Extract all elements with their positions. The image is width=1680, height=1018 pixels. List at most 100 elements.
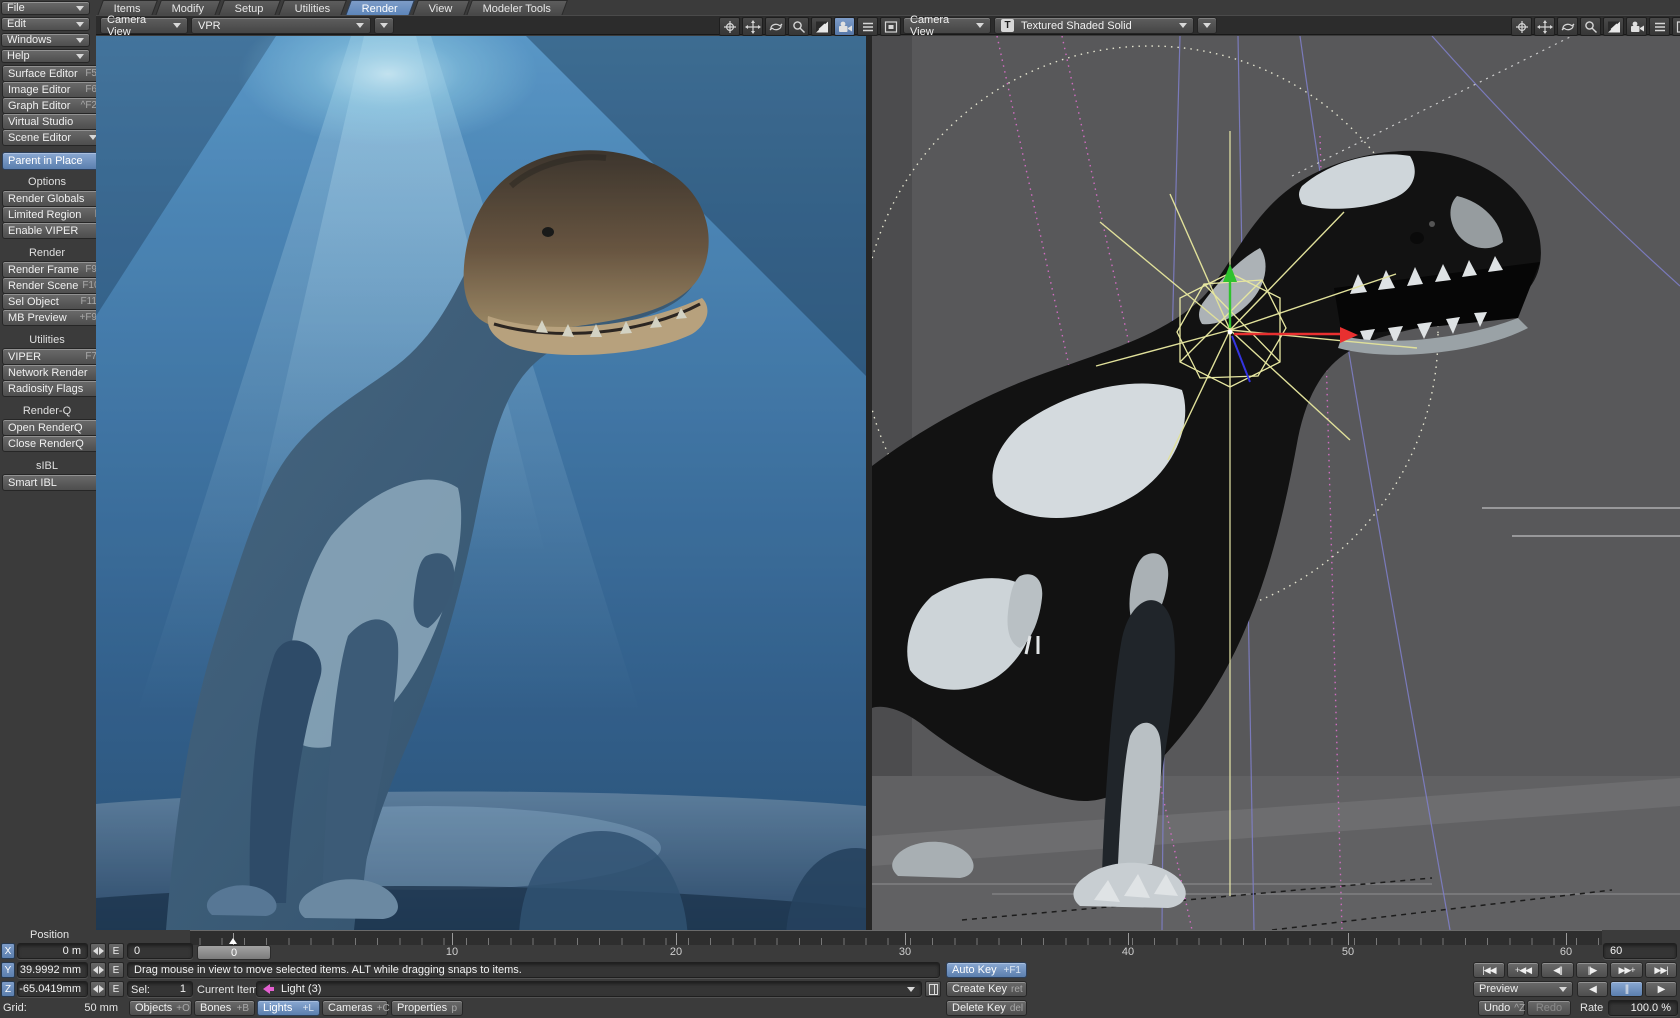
- sidebar-item-graph-editor[interactable]: Graph Editor^F2: [2, 97, 103, 114]
- menu-windows[interactable]: Windows: [1, 33, 90, 47]
- current-frame-field[interactable]: 0: [127, 943, 193, 959]
- item-list-button[interactable]: [925, 981, 941, 997]
- move-icon[interactable]: [742, 17, 763, 36]
- go-to-end-button[interactable]: ▶▶|: [1645, 962, 1677, 978]
- render-toggle-icon[interactable]: [1626, 17, 1647, 36]
- sidebar-item-render-globals[interactable]: Render Globals: [2, 190, 103, 207]
- y-envelope-button[interactable]: E: [108, 962, 124, 978]
- x-value-field[interactable]: 0 m: [17, 943, 88, 959]
- objects-mode-button[interactable]: Objects+O: [129, 1000, 192, 1016]
- opengl-scene: [872, 36, 1680, 930]
- y-spinner[interactable]: [90, 962, 106, 978]
- zoom-icon[interactable]: [788, 17, 809, 36]
- auto-key-button[interactable]: Auto Key+F1: [946, 962, 1027, 978]
- sidebar-item-scene-editor[interactable]: Scene Editor: [2, 129, 103, 146]
- fit-view-icon[interactable]: [811, 17, 832, 36]
- pan-icon[interactable]: [719, 17, 740, 36]
- y-axis-button[interactable]: Y: [1, 962, 15, 978]
- section-title-utilities: Utilities: [0, 334, 94, 346]
- chevron-down-icon: [76, 54, 84, 59]
- step-forward-button[interactable]: ||▶: [1576, 962, 1608, 978]
- sidebar-item-image-editor[interactable]: Image EditorF6: [2, 81, 103, 98]
- z-envelope-button[interactable]: E: [108, 981, 124, 997]
- fit-view-icon[interactable]: [1603, 17, 1624, 36]
- frame-slider[interactable]: 0: [197, 945, 271, 960]
- left-viewport-options-dropdown[interactable]: [374, 17, 394, 34]
- maximize-viewport-icon[interactable]: [880, 17, 901, 36]
- tab-render[interactable]: Render: [345, 0, 415, 16]
- sidebar-item-viper[interactable]: VIPERF7: [2, 348, 103, 365]
- delete-key-button[interactable]: Delete Keydel: [946, 1000, 1027, 1016]
- opengl-viewport[interactable]: [872, 36, 1680, 930]
- left-view-type-dropdown[interactable]: Camera View: [100, 17, 188, 34]
- sidebar-item-smart-ibl[interactable]: Smart IBL: [2, 474, 103, 491]
- tab-modeler-tools[interactable]: Modeler Tools: [466, 0, 568, 16]
- properties-button[interactable]: Propertiesp: [391, 1000, 463, 1016]
- create-key-button[interactable]: Create Keyret: [946, 981, 1027, 997]
- z-axis-button[interactable]: Z: [1, 981, 15, 997]
- redo-button[interactable]: Redo: [1527, 1000, 1571, 1016]
- timeline-tick-label: 30: [885, 946, 925, 958]
- current-item-dropdown[interactable]: Light (3): [256, 981, 922, 997]
- right-view-type-dropdown[interactable]: Camera View: [903, 17, 991, 34]
- pause-button[interactable]: ||: [1610, 981, 1643, 997]
- timeline-major-tick: [905, 933, 906, 945]
- end-frame-field[interactable]: 60: [1603, 943, 1677, 959]
- sidebar-item-mb-preview[interactable]: MB Preview+F9: [2, 309, 103, 326]
- timeline-tick-label: 40: [1108, 946, 1148, 958]
- position-label: Position: [30, 929, 69, 941]
- sidebar-item-sel-object[interactable]: Sel ObjectF11: [2, 293, 103, 310]
- right-render-mode-dropdown[interactable]: T Textured Shaded Solid: [994, 17, 1194, 34]
- sidebar-item-virtual-studio[interactable]: Virtual Studio: [2, 113, 103, 130]
- rotate-icon[interactable]: [765, 17, 786, 36]
- previous-keyframe-button[interactable]: +◀◀: [1507, 962, 1539, 978]
- lights-mode-button[interactable]: Lights+L: [257, 1000, 320, 1016]
- menu-edit[interactable]: Edit: [1, 17, 90, 31]
- y-value-field[interactable]: 39.9992 mm: [17, 962, 88, 978]
- sidebar-item-network-render[interactable]: Network Render: [2, 364, 103, 381]
- tab-setup[interactable]: Setup: [218, 0, 281, 16]
- sidebar-item-render-frame[interactable]: Render FrameF9: [2, 261, 103, 278]
- sidebar-item-enable-viper[interactable]: Enable VIPER: [2, 222, 103, 239]
- right-viewport-options-dropdown[interactable]: [1197, 17, 1217, 34]
- z-value-field[interactable]: -65.0419mm: [17, 981, 88, 997]
- step-back-button[interactable]: ◀||: [1541, 962, 1574, 978]
- z-spinner[interactable]: [90, 981, 106, 997]
- menu-file[interactable]: File: [1, 1, 90, 15]
- bones-mode-button[interactable]: Bones+B: [194, 1000, 255, 1016]
- cameras-mode-button[interactable]: Cameras+C: [322, 1000, 388, 1016]
- view-list-icon[interactable]: [857, 17, 878, 36]
- rate-value-field[interactable]: 100.0 %: [1608, 1000, 1678, 1016]
- render-toggle-icon[interactable]: [834, 17, 855, 36]
- x-envelope-button[interactable]: E: [108, 943, 124, 959]
- menu-windows-label: Windows: [7, 34, 52, 46]
- vpr-render-viewport[interactable]: [96, 36, 866, 930]
- rotate-icon[interactable]: [1557, 17, 1578, 36]
- timeline-ruler[interactable]: [190, 930, 1602, 945]
- sidebar-item-radiosity-flags[interactable]: Radiosity Flags: [2, 380, 103, 397]
- next-keyframe-button[interactable]: ▶▶+: [1610, 962, 1643, 978]
- go-to-start-button[interactable]: |◀◀: [1473, 962, 1505, 978]
- left-render-mode-dropdown[interactable]: VPR: [191, 17, 371, 34]
- play-reverse-button[interactable]: ◀: [1577, 981, 1608, 997]
- sidebar-item-close-renderq[interactable]: Close RenderQ: [2, 435, 103, 452]
- sidebar-item-surface-editor[interactable]: Surface EditorF5: [2, 65, 103, 82]
- undo-button[interactable]: Undo^Z: [1478, 1000, 1525, 1016]
- chevron-down-icon: [76, 22, 84, 27]
- preview-dropdown[interactable]: Preview: [1473, 981, 1573, 997]
- play-forward-button[interactable]: ▶: [1645, 981, 1677, 997]
- timeline-tick-label: 50: [1328, 946, 1368, 958]
- x-spinner[interactable]: [90, 943, 106, 959]
- parent-in-place-button[interactable]: Parent in Place: [2, 152, 103, 170]
- sidebar-item-render-scene[interactable]: Render SceneF10: [2, 277, 103, 294]
- sidebar-item-open-renderq[interactable]: Open RenderQ: [2, 419, 103, 436]
- tab-view[interactable]: View: [412, 0, 469, 16]
- pan-icon[interactable]: [1511, 17, 1532, 36]
- tab-utilities[interactable]: Utilities: [278, 0, 347, 16]
- zoom-icon[interactable]: [1580, 17, 1601, 36]
- move-icon[interactable]: [1534, 17, 1555, 36]
- sidebar-item-limited-region[interactable]: Limited Regionl: [2, 206, 103, 223]
- maximize-viewport-icon[interactable]: [1672, 17, 1680, 36]
- x-axis-button[interactable]: X: [1, 943, 15, 959]
- view-list-icon[interactable]: [1649, 17, 1670, 36]
